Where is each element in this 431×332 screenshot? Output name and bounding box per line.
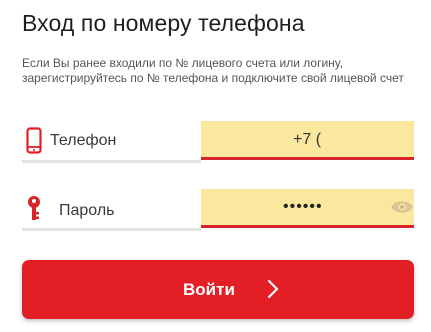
chevron-right-icon — [267, 279, 279, 303]
password-row: Пароль — [22, 189, 414, 231]
key-icon — [26, 195, 42, 228]
login-form: Вход по номеру телефона Если Вы ранее вх… — [0, 0, 431, 332]
login-button-label: Войти — [183, 280, 235, 299]
phone-label: Телефон — [50, 132, 117, 149]
password-input[interactable] — [201, 189, 414, 228]
phone-row: Телефон — [22, 121, 414, 163]
password-label: Пароль — [59, 202, 115, 219]
page-title: Вход по номеру телефона — [22, 10, 305, 36]
phone-icon — [26, 127, 42, 159]
eye-icon[interactable] — [391, 199, 413, 220]
login-button[interactable]: Войти — [22, 260, 414, 319]
description-text: Если Вы ранее входили по № лицевого счет… — [22, 56, 404, 85]
phone-label-area: Телефон — [22, 121, 201, 163]
phone-input[interactable] — [201, 121, 414, 160]
password-label-area: Пароль — [22, 189, 201, 231]
